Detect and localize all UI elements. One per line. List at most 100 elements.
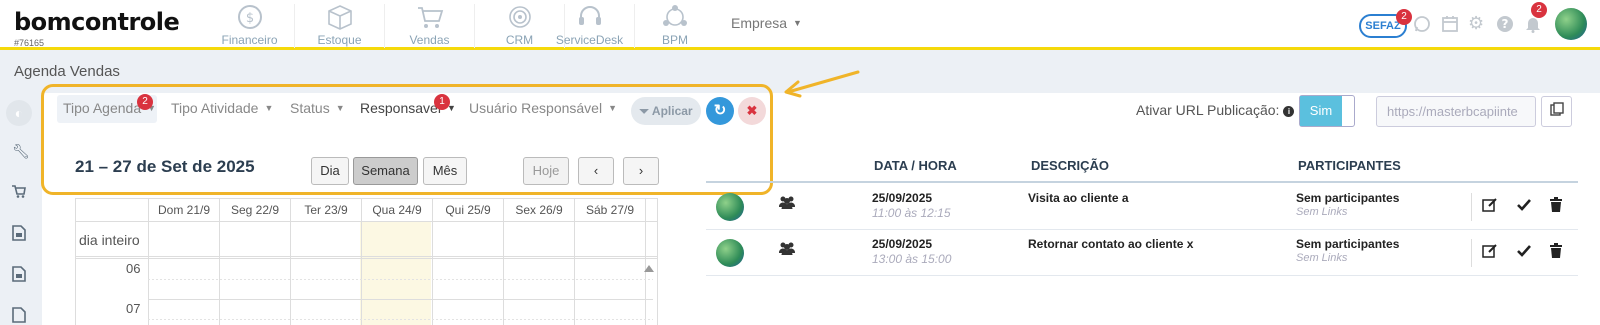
document-icon[interactable] bbox=[12, 225, 26, 244]
users-icon bbox=[778, 195, 796, 212]
box-icon bbox=[326, 4, 354, 30]
publication-url-label: Ativar URL Publicação: i bbox=[1136, 102, 1295, 118]
grid-line bbox=[290, 199, 291, 325]
nav-label: ServiceDesk bbox=[555, 33, 624, 47]
day-header: Seg 22/9 bbox=[219, 199, 290, 221]
annotation-arrow-icon bbox=[784, 70, 860, 98]
notifications-badge: 2 bbox=[1531, 2, 1547, 18]
grid-line bbox=[361, 199, 362, 325]
hour-label: 06 bbox=[126, 261, 141, 276]
hour-label: 07 bbox=[126, 301, 141, 316]
document-icon[interactable] bbox=[12, 266, 26, 285]
page-title: Agenda Vendas bbox=[14, 63, 120, 80]
toggle-on-label: Sim bbox=[1300, 96, 1342, 126]
nav-vendas[interactable]: Vendas bbox=[385, 4, 475, 48]
event-time: 13:00 às 15:00 bbox=[872, 252, 952, 266]
nav-label: BPM bbox=[661, 33, 688, 47]
all-day-row[interactable]: dia inteiro bbox=[76, 221, 657, 259]
grid-line bbox=[148, 319, 653, 320]
dollar-icon: $ bbox=[236, 4, 264, 30]
svg-text:?: ? bbox=[1502, 17, 1509, 31]
grid-line bbox=[148, 199, 149, 325]
event-time: 11:00 às 12:15 bbox=[872, 206, 951, 220]
all-day-label: dia inteiro bbox=[79, 232, 140, 248]
publication-url-field[interactable]: https://masterbcapiinte bbox=[1376, 96, 1536, 127]
trash-icon[interactable] bbox=[1549, 243, 1563, 262]
copy-url-button[interactable] bbox=[1541, 96, 1572, 127]
day-header: Dom 21/9 bbox=[148, 199, 219, 221]
event-links: Sem Links bbox=[1296, 252, 1348, 264]
divider bbox=[1471, 193, 1472, 221]
day-header: Qui 25/9 bbox=[432, 199, 503, 221]
grid-line bbox=[148, 279, 653, 280]
cart-icon[interactable] bbox=[12, 184, 26, 201]
table-row[interactable]: 25/09/2025 13:00 às 15:00 Retornar conta… bbox=[706, 230, 1578, 276]
event-participants: Sem participantes bbox=[1296, 191, 1400, 205]
divider bbox=[1471, 239, 1472, 267]
publication-toggle[interactable]: Sim bbox=[1299, 95, 1355, 127]
table-header-divider bbox=[706, 181, 1578, 183]
side-rail: ◐ 🔧︎ bbox=[0, 90, 42, 325]
column-header-data-hora: DATA / HORA bbox=[874, 158, 957, 173]
nav-bpm[interactable]: BPM bbox=[630, 4, 720, 48]
avatar bbox=[716, 193, 744, 221]
nav-label: Financeiro bbox=[221, 33, 278, 47]
chevron-down-icon: ▼ bbox=[793, 18, 802, 28]
check-icon[interactable] bbox=[1516, 243, 1532, 262]
publication-label-text: Ativar URL Publicação: bbox=[1136, 102, 1280, 118]
nav-estoque[interactable]: Estoque bbox=[295, 4, 385, 48]
gear-icon[interactable]: ⚙ bbox=[1468, 13, 1484, 34]
edit-icon[interactable] bbox=[1482, 197, 1498, 216]
info-icon[interactable]: i bbox=[1283, 106, 1295, 117]
grid-line bbox=[148, 299, 653, 300]
event-description: Visita ao cliente a bbox=[1028, 191, 1129, 205]
users-icon bbox=[778, 241, 796, 258]
sefaz-badge: 2 bbox=[1396, 9, 1412, 25]
top-navbar: bomcontrole #76165 $ Financeiro Estoque … bbox=[0, 0, 1600, 50]
headset-icon bbox=[576, 4, 604, 30]
help-icon[interactable]: ? bbox=[1496, 15, 1514, 38]
trash-icon[interactable] bbox=[1549, 197, 1563, 216]
event-links: Sem Links bbox=[1296, 206, 1348, 218]
table-row[interactable]: 25/09/2025 11:00 às 12:15 Visita ao clie… bbox=[706, 184, 1578, 230]
svg-text:$: $ bbox=[245, 11, 253, 26]
event-date: 25/09/2025 bbox=[872, 191, 933, 205]
grid-line bbox=[432, 199, 433, 325]
day-header: Sex 26/9 bbox=[503, 199, 574, 221]
app-logo[interactable]: bomcontrole bbox=[14, 8, 180, 36]
sefaz-label: SEFAZ bbox=[1365, 20, 1401, 32]
event-participants: Sem participantes bbox=[1296, 237, 1400, 251]
check-icon[interactable] bbox=[1516, 197, 1532, 216]
nav-financeiro[interactable]: $ Financeiro bbox=[205, 4, 295, 48]
cart-icon bbox=[416, 4, 444, 30]
wrench-icon[interactable]: 🔧︎ bbox=[12, 143, 30, 160]
nav-servicedesk[interactable]: ServiceDesk bbox=[545, 4, 635, 48]
edit-icon[interactable] bbox=[1482, 243, 1498, 262]
day-header: Qua 24/9 bbox=[361, 199, 432, 221]
nav-label: Estoque bbox=[317, 33, 362, 47]
document-icon[interactable] bbox=[12, 307, 26, 325]
column-header-descricao: DESCRIÇÃO bbox=[1031, 158, 1110, 173]
user-avatar[interactable] bbox=[1555, 8, 1587, 40]
grid-line bbox=[574, 199, 575, 325]
event-description: Retornar contato ao cliente x bbox=[1028, 237, 1194, 251]
week-calendar: Dom 21/9 Seg 22/9 Ter 23/9 Qua 24/9 Qui … bbox=[75, 198, 658, 325]
grid-line bbox=[503, 199, 504, 325]
copy-icon bbox=[1549, 102, 1564, 116]
grid-line bbox=[645, 199, 646, 325]
column-header-participantes: PARTICIPANTES bbox=[1298, 158, 1401, 173]
day-header: Sáb 27/9 bbox=[574, 199, 645, 221]
event-date: 25/09/2025 bbox=[872, 237, 933, 251]
network-icon bbox=[661, 4, 689, 30]
nav-label: Vendas bbox=[409, 33, 450, 47]
whatsapp-icon[interactable] bbox=[1413, 15, 1431, 38]
empresa-dropdown[interactable]: Empresa ▼ bbox=[731, 15, 802, 31]
calendar-icon[interactable] bbox=[1441, 15, 1459, 38]
account-id: #76165 bbox=[14, 38, 45, 48]
bell-icon[interactable] bbox=[1524, 15, 1542, 38]
loading-icon: ◐ bbox=[6, 100, 32, 126]
target-icon bbox=[506, 4, 534, 30]
scroll-up-icon[interactable] bbox=[644, 265, 654, 272]
filter-highlight-box bbox=[41, 84, 773, 195]
avatar bbox=[716, 239, 744, 267]
